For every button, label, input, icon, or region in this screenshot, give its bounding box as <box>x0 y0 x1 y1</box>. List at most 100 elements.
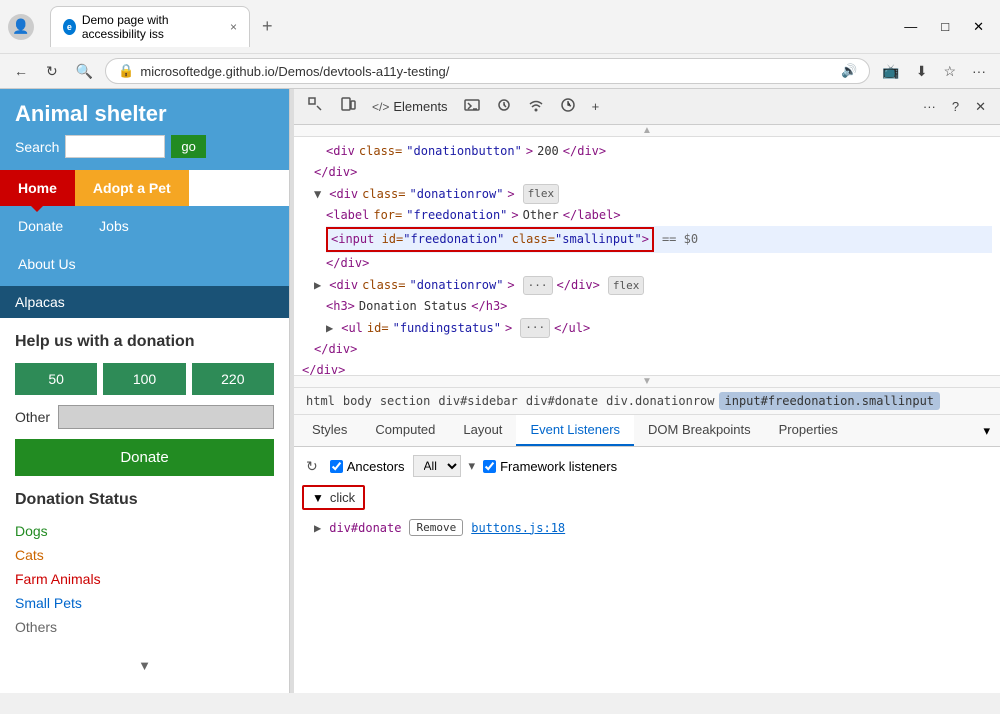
new-tab-button[interactable]: + <box>254 12 281 41</box>
search-button[interactable]: 🔍 <box>70 59 99 84</box>
webpage-panel: Animal shelter Search go Home Adopt a Pe… <box>0 89 290 693</box>
html-line: ▶ <ul id="fundingstatus"> ··· </ul> <box>326 317 992 339</box>
devtools-close-button[interactable]: ✕ <box>969 95 992 119</box>
nav-home-button[interactable]: Home <box>0 170 75 206</box>
scroll-indicator-top: ▲ <box>294 125 1000 137</box>
go-button[interactable]: go <box>171 135 205 158</box>
nav-donate-link[interactable]: Donate <box>0 210 81 242</box>
device-toggle-button[interactable] <box>334 93 362 120</box>
window-controls: — □ ✕ <box>896 17 992 37</box>
browser-tab-active[interactable]: e Demo page with accessibility iss × <box>50 6 250 47</box>
back-button[interactable]: ← <box>8 59 34 83</box>
amount-220-button[interactable]: 220 <box>192 363 274 395</box>
tab-computed[interactable]: Computed <box>361 415 449 446</box>
breadcrumb-html[interactable]: html <box>302 392 339 410</box>
donation-amounts: 50 100 220 <box>15 363 274 395</box>
scroll-down-icon-html: ▼ <box>642 376 652 387</box>
address-bar[interactable]: 🔒 microsoftedge.github.io/Demos/devtools… <box>105 58 870 84</box>
bug-icon-button[interactable] <box>490 93 518 120</box>
tabs-overflow-button[interactable]: ▾ <box>977 417 996 445</box>
tab-title: Demo page with accessibility iss <box>82 13 220 41</box>
performance-icon-button[interactable] <box>554 93 582 120</box>
ancestors-checkbox[interactable] <box>330 460 343 473</box>
avatar: 👤 <box>8 14 34 40</box>
nav-adopt-button[interactable]: Adopt a Pet <box>75 170 189 206</box>
collapse-arrow[interactable]: ▶ <box>314 276 321 295</box>
framework-checkbox[interactable] <box>483 460 496 473</box>
filter-select[interactable]: All <box>413 455 461 477</box>
donate-button[interactable]: Donate <box>15 439 274 476</box>
wifi-icon-button[interactable] <box>522 93 550 120</box>
devtools-help-button[interactable]: ? <box>946 95 965 119</box>
add-tab-button[interactable]: + <box>586 95 606 118</box>
collapse-arrow[interactable]: ▼ <box>314 185 321 204</box>
listener-file-link[interactable]: buttons.js:18 <box>471 521 565 535</box>
tab-layout[interactable]: Layout <box>449 415 516 446</box>
breadcrumb-active-item[interactable]: input#freedonation.smallinput <box>719 392 941 410</box>
collapse-arrow[interactable]: ▶ <box>326 319 333 338</box>
flex-badge: flex <box>523 184 560 204</box>
amount-50-button[interactable]: 50 <box>15 363 97 395</box>
tab-close-button[interactable]: × <box>230 20 237 34</box>
nav-about-link[interactable]: About Us <box>0 248 289 280</box>
click-collapse-arrow[interactable]: ▼ <box>312 491 324 505</box>
listener-item: ▶ div#donate Remove buttons.js:18 <box>302 516 992 539</box>
scroll-down-indicator: ▼ <box>0 654 289 677</box>
tab-dom-breakpoints[interactable]: DOM Breakpoints <box>634 415 765 446</box>
devtools-panel: </> Elements + ··· ? ✕ ▲ <box>294 89 1000 693</box>
html-line: <h3>Donation Status</h3> <box>326 296 992 317</box>
console-tab-button[interactable] <box>458 93 486 120</box>
breadcrumb-donate[interactable]: div#donate <box>522 392 602 410</box>
highlighted-input-tag[interactable]: <input id="freedonation" class="smallinp… <box>326 227 654 252</box>
html-view: <div class="donationbutton">200</div> </… <box>294 137 1000 375</box>
list-item: Others <box>15 615 274 639</box>
filter-dropdown-arrow[interactable]: ▾ <box>469 458 476 474</box>
inspect-element-button[interactable] <box>302 93 330 120</box>
nav-jobs-link[interactable]: Jobs <box>81 210 147 242</box>
tab-properties[interactable]: Properties <box>765 415 852 446</box>
title-bar: 👤 e Demo page with accessibility iss × +… <box>0 0 1000 53</box>
breadcrumb-sidebar[interactable]: div#sidebar <box>434 392 521 410</box>
maximize-button[interactable]: □ <box>933 17 957 37</box>
remove-button[interactable]: Remove <box>409 519 463 536</box>
devtools-more-button[interactable]: ··· <box>917 95 942 119</box>
breadcrumb-donationrow[interactable]: div.donationrow <box>602 392 718 410</box>
refresh-button[interactable]: ↻ <box>302 456 322 477</box>
framework-checkbox-group: Framework listeners <box>483 459 617 474</box>
tag: <label <box>326 206 369 225</box>
tab-favicon: e <box>63 19 76 35</box>
html-line: ▶ <div class="donationrow"> ··· </div> f… <box>314 275 992 297</box>
favorites-star-icon[interactable]: ☆ <box>937 59 962 84</box>
close-button[interactable]: ✕ <box>965 17 992 37</box>
other-row: Other <box>15 405 274 429</box>
minimize-button[interactable]: — <box>896 17 925 37</box>
click-event-header[interactable]: ▼ click <box>302 485 365 510</box>
more-options-button[interactable]: ··· <box>966 59 992 84</box>
breadcrumb: html body section div#sidebar div#donate… <box>294 387 1000 415</box>
nav-alpacas-link[interactable]: Alpacas <box>0 286 289 318</box>
amount-100-button[interactable]: 100 <box>103 363 185 395</box>
breadcrumb-section[interactable]: section <box>376 392 435 410</box>
click-section: ▼ click ▶ div#donate Remove buttons.js:1… <box>302 485 992 539</box>
list-item: Dogs <box>15 519 274 543</box>
breadcrumb-body[interactable]: body <box>339 392 376 410</box>
tag: </div> <box>302 361 345 375</box>
nav-row-3: About Us <box>0 246 289 286</box>
ancestors-label[interactable]: Ancestors <box>347 459 405 474</box>
nav-row-2: Donate Jobs <box>0 206 289 246</box>
shelter-header: Animal shelter Search go <box>0 89 289 170</box>
tab-styles[interactable]: Styles <box>298 415 361 446</box>
tag: <div <box>326 142 355 161</box>
tab-event-listeners[interactable]: Event Listeners <box>516 415 634 446</box>
read-aloud-icon[interactable]: 🔊 <box>841 63 857 79</box>
search-input[interactable] <box>65 135 165 158</box>
favorites-icon[interactable]: 📺 <box>876 59 905 84</box>
reload-button[interactable]: ↻ <box>40 59 64 84</box>
framework-label[interactable]: Framework listeners <box>500 459 617 474</box>
elements-tab-button[interactable]: </> Elements <box>366 95 454 118</box>
html-line-highlighted: <input id="freedonation" class="smallinp… <box>326 226 992 253</box>
lock-icon: 🔒 <box>118 63 134 79</box>
downloads-icon[interactable]: ⬇ <box>910 59 934 84</box>
listener-expand-arrow[interactable]: ▶ <box>314 521 321 535</box>
other-amount-input[interactable] <box>58 405 274 429</box>
